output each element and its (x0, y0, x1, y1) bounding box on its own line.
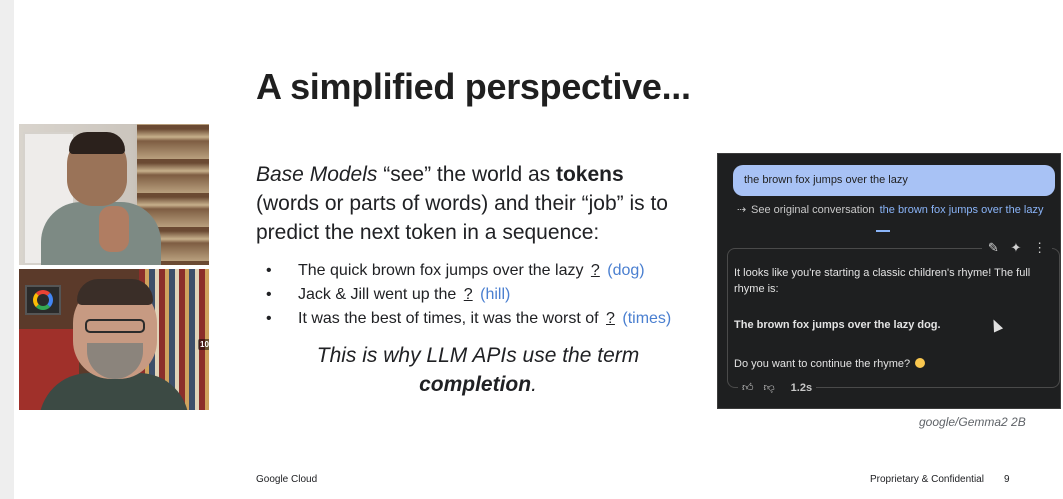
intro-see-text: “see” the world as (377, 163, 556, 186)
bullet-answer: (dog) (607, 262, 645, 279)
thumbs-down-icon[interactable]: 👎︎ (764, 381, 775, 394)
response-intro: It looks like you're starting a classic … (734, 267, 1031, 295)
bullet-blank: ? (606, 310, 615, 327)
edit-icon[interactable]: ✎ (988, 240, 999, 256)
bullet-blank: ? (590, 262, 600, 279)
see-original-row[interactable]: ⇢ See original conversation the brown fox… (737, 203, 1043, 216)
list-item: Jack & Jill went up the ? (hill) (266, 283, 671, 307)
bullet-text: Jack & Jill went up the (298, 286, 457, 303)
bullet-text: It was the best of times, it was the wor… (298, 310, 599, 327)
footer-confidential: Proprietary & Confidential (870, 474, 984, 485)
chat-screenshot-panel: the brown fox jumps over the lazy ⇢ See o… (717, 153, 1061, 409)
participant-hands (99, 206, 129, 252)
conclusion-line: This is why LLM APIs use the term (316, 344, 640, 367)
conclusion-completion: completion (419, 373, 532, 396)
thumbs-up-icon[interactable]: 👍︎ (742, 381, 754, 394)
conclusion-text: This is why LLM APIs use the term complet… (282, 341, 674, 399)
see-original-label: See original conversation (751, 204, 875, 216)
example-list: The quick brown fox jumps over the lazy … (266, 259, 671, 331)
participant-video-2[interactable]: 10:12 (19, 269, 209, 410)
more-vert-icon[interactable]: ⋮ (1033, 240, 1046, 256)
list-item: The quick brown fox jumps over the lazy … (266, 259, 671, 283)
feedback-row: 👍︎ 👎︎ 1.2s (738, 381, 817, 394)
bullet-blank: ? (463, 286, 473, 303)
participant-video-1[interactable] (19, 124, 209, 265)
response-question-text: Do you want to continue the rhyme? (734, 358, 911, 370)
bullet-answer: (hill) (480, 286, 511, 303)
response-question: Do you want to continue the rhyme? (734, 358, 926, 370)
response-time: 1.2s (790, 381, 813, 394)
intro-base-models: Base Models (256, 163, 378, 186)
response-rhyme: The brown fox jumps over the lazy dog. (734, 319, 941, 331)
bullet-answer: (times) (622, 310, 672, 327)
sparkle-icon[interactable]: ✦ (1010, 240, 1021, 256)
participant-hair (69, 132, 125, 154)
participant-hair (77, 279, 153, 305)
user-prompt-bubble: the brown fox jumps over the lazy (733, 165, 1055, 196)
footer-brand: Google Cloud (256, 474, 318, 485)
page-number: 9 (1004, 474, 1010, 485)
list-item: It was the best of times, it was the wor… (266, 307, 671, 331)
intro-tokens: tokens (555, 163, 624, 186)
smile-emoji-icon (915, 358, 926, 368)
intro-paragraph: Base Models “see” the world as tokens (w… (256, 160, 676, 247)
intro-rest: (words or parts of words) and their “job… (256, 192, 668, 244)
left-margin-strip (0, 0, 14, 499)
switch-arrow-icon: ⇢ (737, 204, 747, 216)
google-logo-sign (25, 285, 61, 315)
conclusion-period: . (531, 373, 537, 396)
see-original-link[interactable]: the brown fox jumps over the lazy (880, 204, 1044, 216)
active-indicator (876, 230, 890, 232)
bullet-text: The quick brown fox jumps over the lazy (298, 262, 584, 279)
google-g-icon (33, 290, 53, 310)
video-timestamp-badge: 10:12 (198, 339, 209, 350)
model-caption: google/Gemma2 2B (919, 415, 1026, 429)
slide-title: A simplified perspective... (256, 66, 691, 107)
response-toolbar: ✎ ✦ ⋮ (982, 239, 1052, 257)
participant-glasses (85, 319, 145, 333)
